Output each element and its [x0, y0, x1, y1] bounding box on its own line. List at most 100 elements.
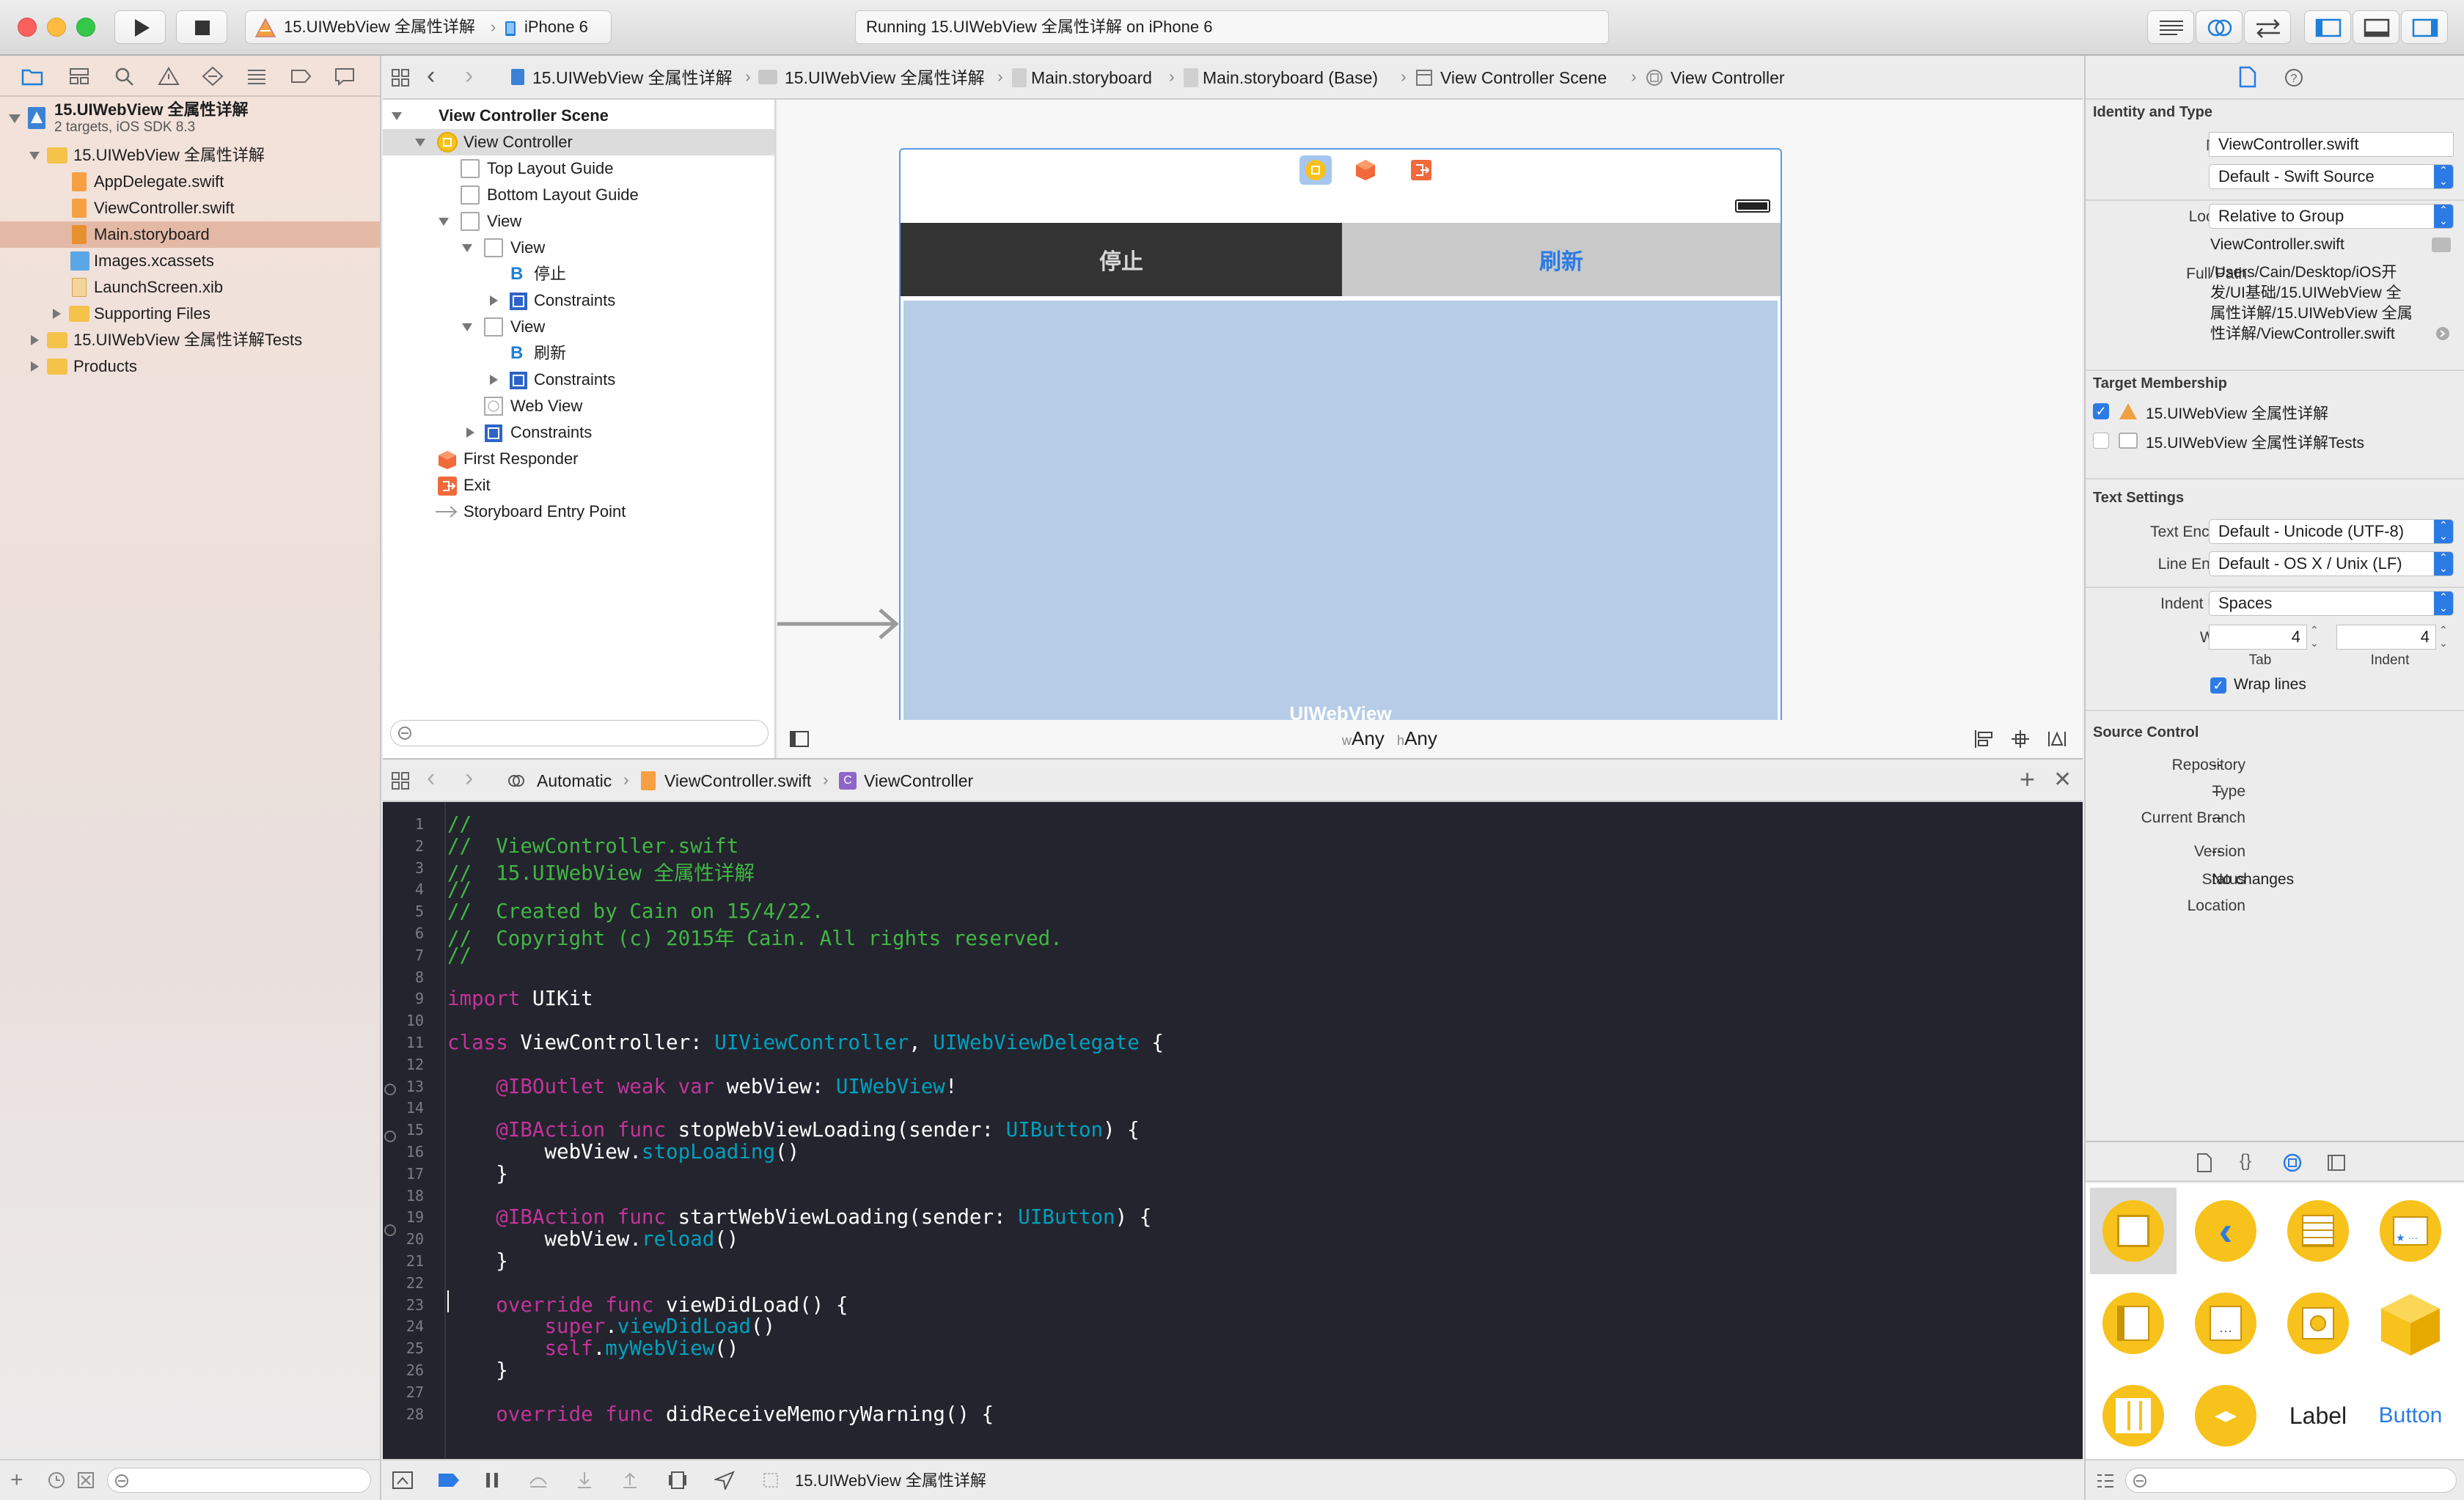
disclosure-closed-icon[interactable]	[31, 361, 39, 372]
disclosure-closed-icon[interactable]	[490, 375, 498, 385]
outline-vc-row-selected[interactable]: View Controller	[383, 129, 774, 155]
version-editor-button[interactable]	[2244, 10, 2291, 44]
breadcrumb-item[interactable]: Main.storyboard	[1031, 67, 1152, 88]
file-template-icon[interactable]	[2196, 1152, 2213, 1173]
library-navigation-controller[interactable]: ‹	[2182, 1188, 2269, 1274]
forward-arrow-icon[interactable]: ›	[465, 764, 473, 793]
back-arrow-icon[interactable]: ‹	[427, 764, 435, 793]
quick-help-icon[interactable]: ?	[2284, 67, 2304, 88]
file-row[interactable]: ViewController.swift	[0, 195, 380, 221]
line-endings-popup[interactable]: Default - OS X / Unix (LF) ⌃ ⌄	[2209, 551, 2454, 576]
breadcrumb-item[interactable]: Main.storyboard (Base)	[1203, 67, 1378, 88]
type-popup[interactable]: Default - Swift Source ⌃ ⌄	[2209, 164, 2454, 189]
storyboard-canvas[interactable]: 停止 刷新 UIWebView wAny hAny	[777, 100, 2083, 758]
disclosure-closed-icon[interactable]	[53, 309, 61, 319]
outline-filter-field[interactable]	[390, 720, 769, 746]
close-window-button[interactable]	[18, 18, 37, 37]
disclosure-closed-icon[interactable]	[490, 295, 498, 306]
zoom-window-button[interactable]	[76, 18, 95, 37]
group-row[interactable]: 15.UIWebView 全属性详解	[0, 142, 380, 169]
outline-toggle-icon[interactable]	[789, 730, 810, 748]
library-page-view-controller[interactable]: ···	[2182, 1280, 2269, 1367]
pin-icon[interactable]	[2009, 729, 2031, 749]
tab-width-field[interactable]: 4	[2209, 625, 2307, 650]
add-editor-icon[interactable]: +	[2020, 764, 2035, 795]
indent-stepper-icon[interactable]: ⌃ ⌄	[2439, 623, 2448, 650]
breadcrumb-item[interactable]: View Controller	[1671, 67, 1785, 88]
assistant-symbol[interactable]: ViewController	[864, 771, 973, 791]
disclosure-open-icon[interactable]	[29, 152, 40, 160]
assistant-editor-button[interactable]	[2196, 10, 2243, 44]
assistant-mode[interactable]: Automatic	[537, 771, 612, 791]
file-row[interactable]: AppDelegate.swift	[0, 169, 380, 195]
media-library-icon[interactable]	[2326, 1152, 2347, 1173]
back-arrow-icon[interactable]: ‹	[427, 62, 435, 90]
toggle-debug-area-button[interactable]	[2353, 10, 2399, 44]
standard-editor-button[interactable]	[2147, 10, 2194, 44]
indent-using-popup[interactable]: Spaces ⌃ ⌄	[2209, 591, 2454, 616]
wrap-lines-checkbox[interactable]: ✓	[2210, 677, 2226, 694]
resolve-issues-icon[interactable]	[2046, 729, 2068, 749]
search-navigator-icon[interactable]	[113, 66, 136, 87]
scheme-selector[interactable]: 15.UIWebView 全属性详解 › iPhone 6	[245, 10, 612, 44]
align-icon[interactable]	[1973, 729, 1995, 749]
toggle-utilities-button[interactable]	[2401, 10, 2448, 44]
name-field[interactable]: ViewController.swift	[2209, 132, 2454, 157]
breadcrumb-item[interactable]: 15.UIWebView 全属性详解	[785, 67, 985, 88]
assistant-file[interactable]: ViewController.swift	[664, 771, 811, 791]
breadcrumb-item[interactable]: View Controller Scene	[1440, 67, 1607, 88]
dock-exit-icon[interactable]	[1409, 158, 1433, 182]
disclosure-closed-icon[interactable]	[466, 427, 474, 438]
code-snippet-icon[interactable]: {}	[2240, 1151, 2251, 1172]
file-row-selected[interactable]: Main.storyboard	[0, 221, 380, 248]
forward-arrow-icon[interactable]: ›	[465, 62, 473, 90]
toggle-navigator-button[interactable]	[2304, 10, 2351, 44]
disclosure-open-icon[interactable]	[9, 114, 21, 123]
breakpoint-navigator-icon[interactable]	[289, 66, 312, 87]
tab-stepper-icon[interactable]: ⌃ ⌄	[2310, 623, 2319, 650]
breadcrumb-item[interactable]: 15.UIWebView 全属性详解	[532, 67, 733, 88]
related-items-icon[interactable]	[390, 67, 411, 88]
disclosure-open-icon[interactable]	[462, 244, 472, 252]
group-row[interactable]: Supporting Files	[0, 301, 380, 327]
disclosure-open-icon[interactable]	[415, 139, 425, 147]
close-editor-icon[interactable]: ✕	[2053, 767, 2072, 793]
step-into-icon[interactable]	[575, 1471, 594, 1490]
size-class-control[interactable]: wAny hAny	[1342, 727, 1437, 750]
test-navigator-icon[interactable]	[201, 66, 224, 87]
library-collection-view-controller[interactable]: ★ ···	[2367, 1188, 2454, 1274]
symbol-navigator-icon[interactable]	[67, 66, 91, 87]
library-split-view-controller[interactable]	[2090, 1280, 2177, 1367]
breakpoint-connection-icon[interactable]	[384, 1084, 396, 1095]
library-collection-view[interactable]	[2090, 1372, 2177, 1459]
stop-view[interactable]: 停止	[901, 223, 1342, 296]
library-label[interactable]: Label	[2275, 1372, 2361, 1459]
library-av-player[interactable]: ◂▸	[2182, 1372, 2269, 1459]
project-root-row[interactable]: 15.UIWebView 全属性详解 2 targets, iOS SDK 8.…	[0, 98, 380, 139]
add-icon[interactable]: +	[10, 1468, 23, 1493]
disclosure-closed-icon[interactable]	[31, 335, 39, 345]
navigator-filter-field[interactable]	[107, 1468, 371, 1493]
debug-navigator-icon[interactable]	[245, 66, 268, 87]
refresh-view[interactable]: 刷新	[1342, 223, 1781, 296]
simulate-location-icon[interactable]	[714, 1471, 735, 1490]
library-table-view-controller[interactable]	[2275, 1188, 2361, 1274]
refresh-button[interactable]: 刷新	[1539, 243, 1583, 276]
group-row[interactable]: Products	[0, 353, 380, 380]
step-over-icon[interactable]	[528, 1471, 549, 1490]
dock-first-responder-icon[interactable]	[1354, 158, 1377, 182]
reveal-in-finder-icon[interactable]	[2435, 326, 2451, 342]
step-out-icon[interactable]	[620, 1471, 639, 1490]
target2-checkbox[interactable]	[2093, 433, 2109, 449]
folder-navigator-icon[interactable]	[21, 66, 44, 87]
target1-checkbox[interactable]: ✓	[2093, 403, 2109, 419]
disclosure-open-icon[interactable]	[462, 323, 472, 331]
debug-target[interactable]: 15.UIWebView 全属性详解	[795, 1471, 986, 1490]
outline-scene-row[interactable]: View Controller Scene	[383, 103, 774, 129]
library-glkit-view-controller[interactable]	[2275, 1280, 2361, 1367]
view-debugging-icon[interactable]	[667, 1471, 688, 1490]
library-filter-field[interactable]	[2125, 1468, 2457, 1493]
file-inspector-icon[interactable]	[2238, 66, 2257, 88]
group-row[interactable]: 15.UIWebView 全属性详解Tests	[0, 327, 380, 353]
file-row[interactable]: LaunchScreen.xib	[0, 274, 380, 301]
